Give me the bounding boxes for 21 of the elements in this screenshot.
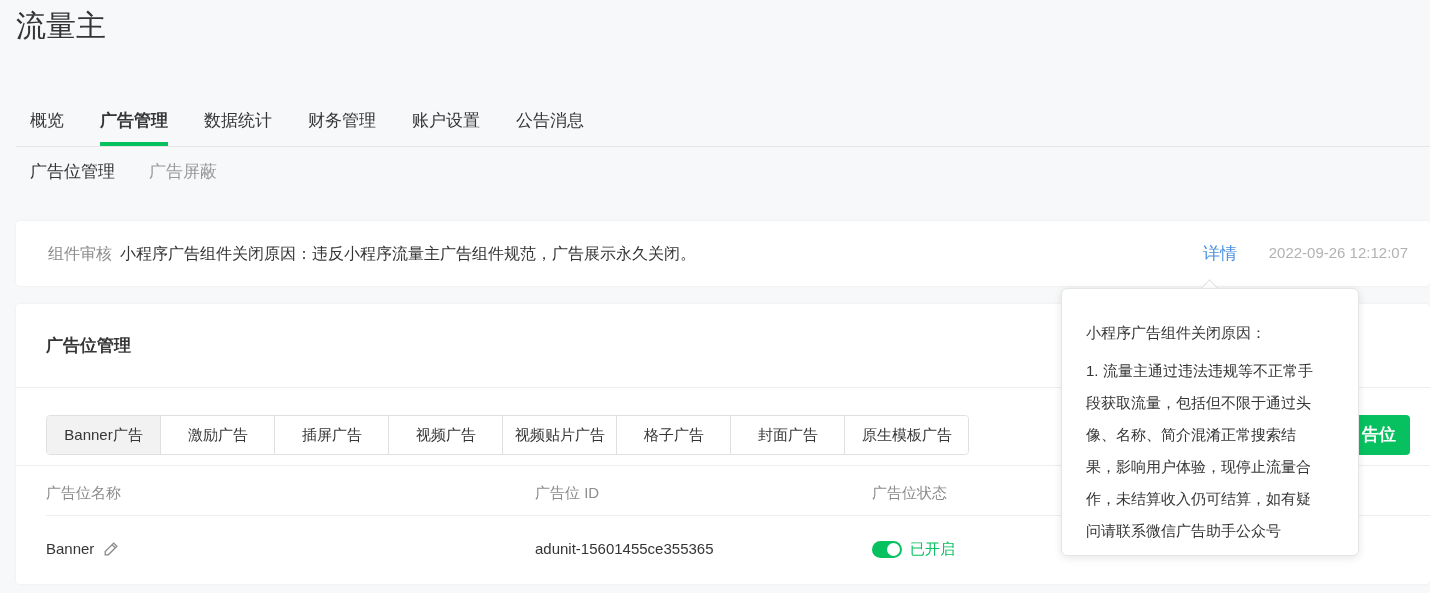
edit-icon[interactable]: [102, 540, 120, 558]
name-cell-text: Banner: [46, 539, 95, 559]
nav-tab[interactable]: 财务管理: [308, 106, 376, 146]
id-cell-text: adunit-15601455ce355365: [535, 539, 714, 559]
column-header: 广告位名称: [46, 466, 535, 516]
status-text: 已开启: [910, 539, 955, 559]
nav-tab[interactable]: 账户设置: [412, 106, 480, 146]
ad-type-tab[interactable]: Banner广告: [47, 416, 161, 454]
notice-time: 2022-09-26 12:12:07: [1268, 243, 1408, 264]
nav-tab[interactable]: 公告消息: [516, 106, 584, 146]
nav-tab[interactable]: 概览: [30, 106, 64, 146]
sub-tab[interactable]: 广告位管理: [30, 157, 115, 187]
popover-title: 小程序广告组件关闭原因：: [1086, 323, 1267, 343]
page-title: 流量主: [16, 8, 107, 44]
notice-tag: 组件审核: [48, 241, 112, 266]
notice-message: 小程序广告组件关闭原因：违反小程序流量主广告组件规范，广告展示永久关闭。: [120, 243, 696, 264]
nav-tab[interactable]: 数据统计: [204, 106, 272, 146]
column-header: 广告位 ID: [535, 466, 872, 516]
nav-tab[interactable]: 广告管理: [100, 106, 168, 146]
toggle-switch[interactable]: [872, 540, 902, 558]
details-link[interactable]: 详情: [1202, 240, 1237, 267]
